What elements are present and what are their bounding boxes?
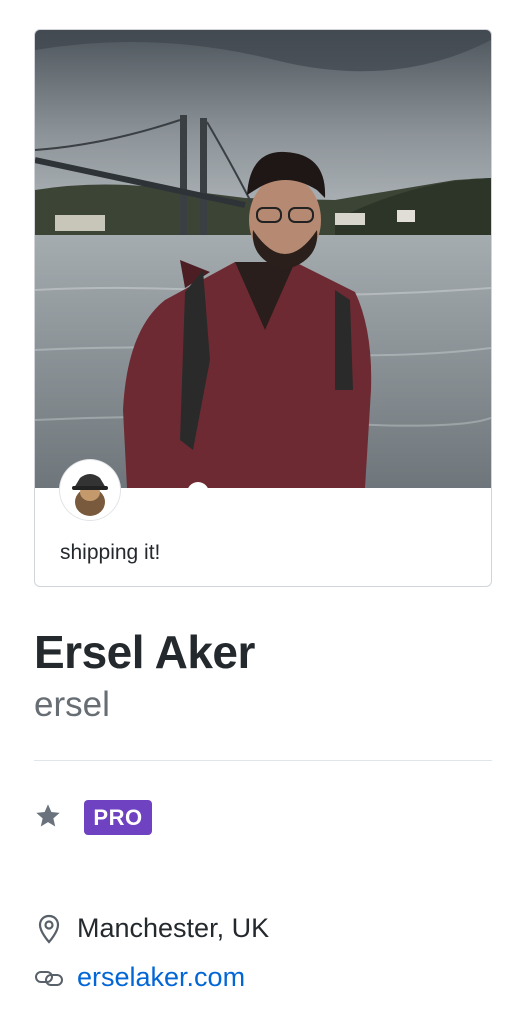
profile-login: ersel	[34, 685, 110, 724]
pro-badge[interactable]: PRO	[84, 800, 152, 835]
profile-photo[interactable]	[35, 30, 491, 488]
status-emoji-avatar	[60, 460, 120, 520]
website-link[interactable]: erselaker.com	[77, 962, 245, 993]
website-row[interactable]: erselaker.com	[34, 962, 245, 993]
link-icon	[34, 963, 64, 993]
location-pin-icon	[34, 914, 64, 944]
status-message: shipping it!	[60, 541, 161, 564]
profile-avatar-card: shipping it!	[34, 29, 492, 587]
location-text: Manchester, UK	[77, 913, 270, 943]
divider	[34, 760, 492, 761]
location-row: Manchester, UK	[34, 913, 269, 944]
star-icon[interactable]	[34, 802, 62, 830]
profile-name: Ersel Aker	[34, 626, 255, 678]
